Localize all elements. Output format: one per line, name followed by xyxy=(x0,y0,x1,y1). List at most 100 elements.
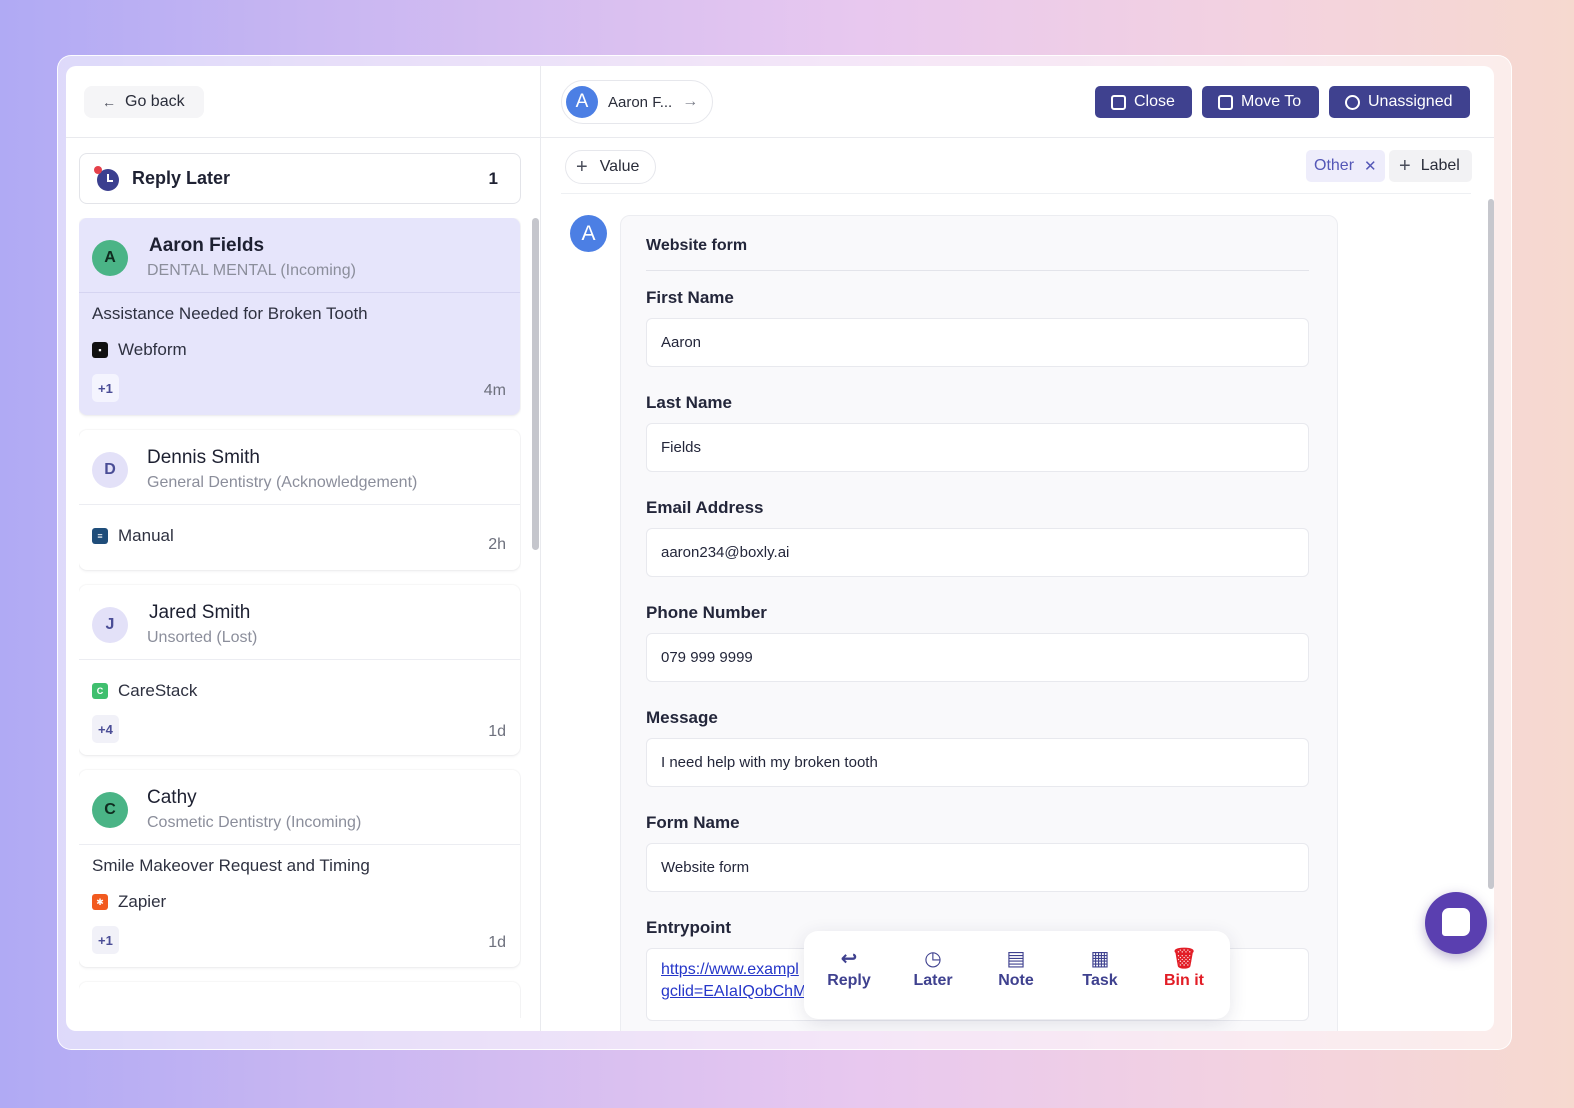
manual-icon: ≡ xyxy=(92,528,108,544)
link-line[interactable]: https://www.exampl xyxy=(661,961,799,979)
chat-icon xyxy=(1442,908,1470,936)
note-label: Note xyxy=(998,972,1034,989)
avatar: A xyxy=(92,240,128,276)
conversation-card[interactable]: C Cathy Cosmetic Dentistry (Incoming) Sm… xyxy=(79,770,520,967)
tag-row: + Value Other ✕ + Label xyxy=(561,138,1472,194)
zapier-icon: ✱ xyxy=(92,894,108,910)
field-label: Message xyxy=(646,708,718,727)
close-button[interactable]: Close xyxy=(1095,86,1192,118)
conversation-source: ▪ Webform xyxy=(92,340,187,360)
list-scrollbar[interactable] xyxy=(532,218,539,550)
contact-name: Jared Smith xyxy=(149,602,251,623)
add-value-button[interactable]: + Value xyxy=(565,150,657,184)
arrow-left-icon: ← xyxy=(102,94,116,110)
plus-icon: + xyxy=(1399,154,1411,177)
left-toolbar: ← Go back xyxy=(66,66,540,138)
carestack-icon: C xyxy=(92,683,108,699)
close-label: Close xyxy=(1134,93,1175,110)
reply-label: Reply xyxy=(827,972,871,989)
app-window: ← Go back Reply Later 1 A Aaron Fields D… xyxy=(66,66,1494,1031)
value-label: Value xyxy=(599,158,640,175)
avatar: C xyxy=(92,792,128,828)
go-back-button[interactable]: ← Go back xyxy=(84,86,204,118)
queue-count: 1 xyxy=(488,168,498,188)
reply-later-queue[interactable]: Reply Later 1 xyxy=(79,153,521,204)
extra-tags-badge[interactable]: +1 xyxy=(92,926,119,954)
assign-button[interactable]: Unassigned xyxy=(1329,86,1470,118)
extra-tags-badge[interactable]: +4 xyxy=(92,715,119,743)
contact-chip-name: Aaron F... xyxy=(608,93,673,111)
form-title: Website form xyxy=(646,237,748,254)
tag-chip[interactable]: Other ✕ xyxy=(1306,150,1385,182)
conversation-card[interactable] xyxy=(79,982,520,1018)
field-label: Entrypoint xyxy=(646,918,731,937)
later-button[interactable]: ◷ Later xyxy=(898,947,968,990)
field-value: Website form xyxy=(646,843,1309,892)
source-label: Zapier xyxy=(118,892,167,911)
link-line[interactable]: gclid=EAIaIQobChM xyxy=(661,983,806,1001)
conversation-card[interactable]: A Aaron Fields DENTAL MENTAL (Incoming) … xyxy=(79,218,520,415)
conversation-subject: Assistance Needed for Broken Tooth xyxy=(92,304,368,323)
arrow-right-icon: → xyxy=(682,93,699,110)
field-label: Email Address xyxy=(646,498,764,517)
reply-button[interactable]: ↩ Reply xyxy=(814,947,884,990)
field-value: Fields xyxy=(646,423,1309,472)
conversation-card[interactable]: J Jared Smith Unsorted (Lost) C CareStac… xyxy=(79,585,520,755)
contact-pipeline: Cosmetic Dentistry (Incoming) xyxy=(147,814,362,831)
bin-button[interactable]: 🗑 Bin it xyxy=(1149,947,1219,990)
field-value: Aaron xyxy=(646,318,1309,367)
conversation-detail-panel: A Aaron F... → Close Move To Unassigned … xyxy=(541,66,1494,1031)
clock-icon: ◷ xyxy=(924,947,942,970)
contact-avatar: A xyxy=(566,86,598,118)
conversation-source: ≡ Manual xyxy=(92,526,174,546)
task-button[interactable]: ▦ Task xyxy=(1065,947,1135,990)
conversation-source: ✱ Zapier xyxy=(92,892,166,912)
label-button-text: Label xyxy=(1420,157,1460,174)
assign-label: Unassigned xyxy=(1368,93,1453,110)
conversation-card[interactable]: D Dennis Smith General Dentistry (Acknow… xyxy=(79,430,520,570)
conversation-list-panel: ← Go back Reply Later 1 A Aaron Fields D… xyxy=(66,66,541,1031)
contact-name: Aaron Fields xyxy=(149,235,265,256)
conversation-list: A Aaron Fields DENTAL MENTAL (Incoming) … xyxy=(79,218,521,1018)
field-value: I need help with my broken tooth xyxy=(646,738,1309,787)
bin-label: Bin it xyxy=(1164,972,1204,989)
move-to-button[interactable]: Move To xyxy=(1202,86,1319,118)
form-submission-card: Website form First Name Aaron Last Name … xyxy=(620,215,1338,1031)
go-back-label: Go back xyxy=(125,93,185,110)
calendar-icon: ▦ xyxy=(1090,947,1110,970)
field-label: Last Name xyxy=(646,393,732,412)
field-label: Form Name xyxy=(646,813,740,832)
source-label: Webform xyxy=(118,340,187,359)
add-label-button[interactable]: + Label xyxy=(1389,150,1472,182)
note-button[interactable]: ▤ Note xyxy=(981,947,1051,990)
user-icon xyxy=(1345,94,1360,110)
field-label: Phone Number xyxy=(646,603,767,622)
detail-toolbar: A Aaron F... → Close Move To Unassigned xyxy=(541,66,1494,138)
divider xyxy=(646,270,1309,271)
contact-pipeline: General Dentistry (Acknowledgement) xyxy=(147,474,418,491)
avatar: J xyxy=(92,607,128,643)
close-icon[interactable]: ✕ xyxy=(1364,157,1377,175)
inbox-icon xyxy=(1111,94,1126,110)
avatar: D xyxy=(92,452,128,488)
detail-scrollbar[interactable] xyxy=(1488,199,1494,889)
queue-label: Reply Later xyxy=(132,168,231,188)
task-label: Task xyxy=(1082,972,1118,989)
contact-pipeline: DENTAL MENTAL (Incoming) xyxy=(147,262,356,279)
contact-chip[interactable]: A Aaron F... → xyxy=(561,80,714,124)
field-label: First Name xyxy=(646,288,734,307)
sender-avatar: A xyxy=(570,215,607,252)
conversation-subject: Smile Makeover Request and Timing xyxy=(92,856,370,875)
chat-launcher-button[interactable] xyxy=(1425,892,1487,954)
conversation-time: 2h xyxy=(488,536,506,553)
webform-icon: ▪ xyxy=(92,342,108,358)
note-icon: ▤ xyxy=(1006,947,1026,970)
move-to-label: Move To xyxy=(1241,93,1302,110)
plus-icon: + xyxy=(576,155,588,178)
extra-tags-badge[interactable]: +1 xyxy=(92,374,119,402)
move-icon xyxy=(1218,94,1233,110)
later-label: Later xyxy=(913,972,953,989)
contact-name: Dennis Smith xyxy=(147,447,260,468)
contact-name: Cathy xyxy=(147,787,197,808)
conversation-time: 1d xyxy=(488,934,506,951)
